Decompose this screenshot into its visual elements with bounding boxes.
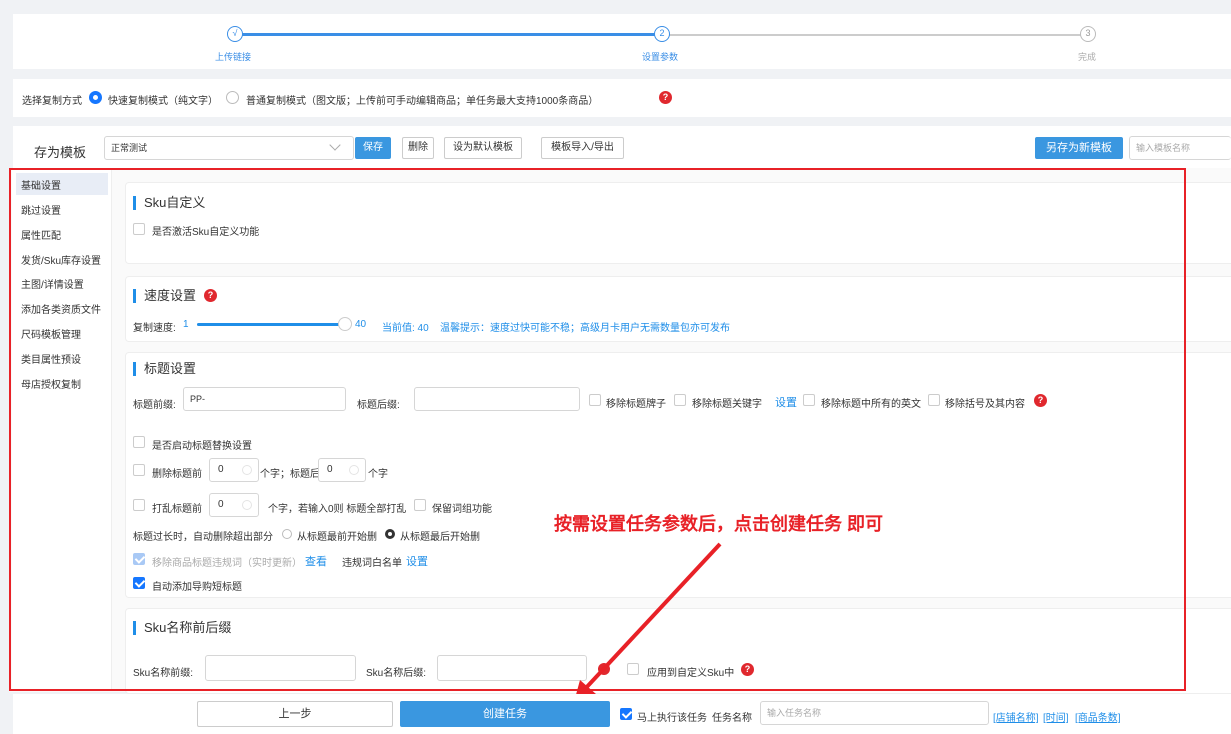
annotation-arrow-icon [574, 542, 722, 702]
set-default-button[interactable]: 设为默认模板 [444, 137, 522, 159]
fast-mode-label[interactable]: 快速复制模式（纯文字） [108, 92, 218, 107]
help-icon[interactable]: ? [659, 91, 672, 104]
import-export-button[interactable]: 模板导入/导出 [541, 137, 624, 159]
normal-mode-label[interactable]: 普通复制模式（图文版；上传前可手动编辑商品；单任务最大支持1000条商品） [246, 92, 598, 107]
save-button[interactable]: 保存 [355, 137, 391, 159]
task-name-label: 任务名称 [712, 713, 752, 724]
step-line-todo [665, 34, 1083, 36]
tag-count-link[interactable]: [商品条数] [1075, 709, 1121, 724]
step-1-label: 上传链接 [215, 52, 252, 62]
tag-store-link[interactable]: [店铺名称] [993, 709, 1039, 724]
tag-time-link[interactable]: [时间] [1043, 709, 1069, 724]
save-as-new-button[interactable]: 另存为新模板 [1035, 137, 1123, 159]
step-3-circle: 3 [1080, 26, 1096, 42]
step-2-label: 设置参数 [642, 52, 679, 62]
stepper: √ 上传链接 2 设置参数 3 完成 [13, 14, 1231, 69]
run-now-checkbox[interactable] [620, 708, 632, 720]
radio-normal-mode[interactable] [226, 91, 239, 104]
copy-mode-label: 选择复制方式 [22, 96, 82, 107]
run-now-label[interactable]: 马上执行该任务 [637, 709, 707, 724]
create-task-button[interactable]: 创建任务 [400, 701, 610, 727]
step-2-circle: 2 [654, 26, 670, 42]
template-name-input[interactable]: 输入模板名称 [1129, 136, 1231, 160]
prev-button[interactable]: 上一步 [197, 701, 393, 727]
task-name-input[interactable]: 输入任务名称 [760, 701, 989, 725]
delete-button[interactable]: 删除 [402, 137, 434, 159]
step-1-circle: √ [227, 26, 243, 42]
template-select[interactable]: 正常测试 [104, 136, 354, 160]
template-bar: 存为模板 正常测试 保存 删除 设为默认模板 模板导入/导出 另存为新模板 输入… [13, 126, 1231, 168]
step-3-label: 完成 [1078, 52, 1097, 62]
template-label: 存为模板 [34, 145, 87, 160]
step-line-done [237, 33, 655, 36]
copy-mode-bar: 选择复制方式 快速复制模式（纯文字） 普通复制模式（图文版；上传前可手动编辑商品… [13, 79, 1231, 117]
radio-fast-mode[interactable] [89, 91, 102, 104]
